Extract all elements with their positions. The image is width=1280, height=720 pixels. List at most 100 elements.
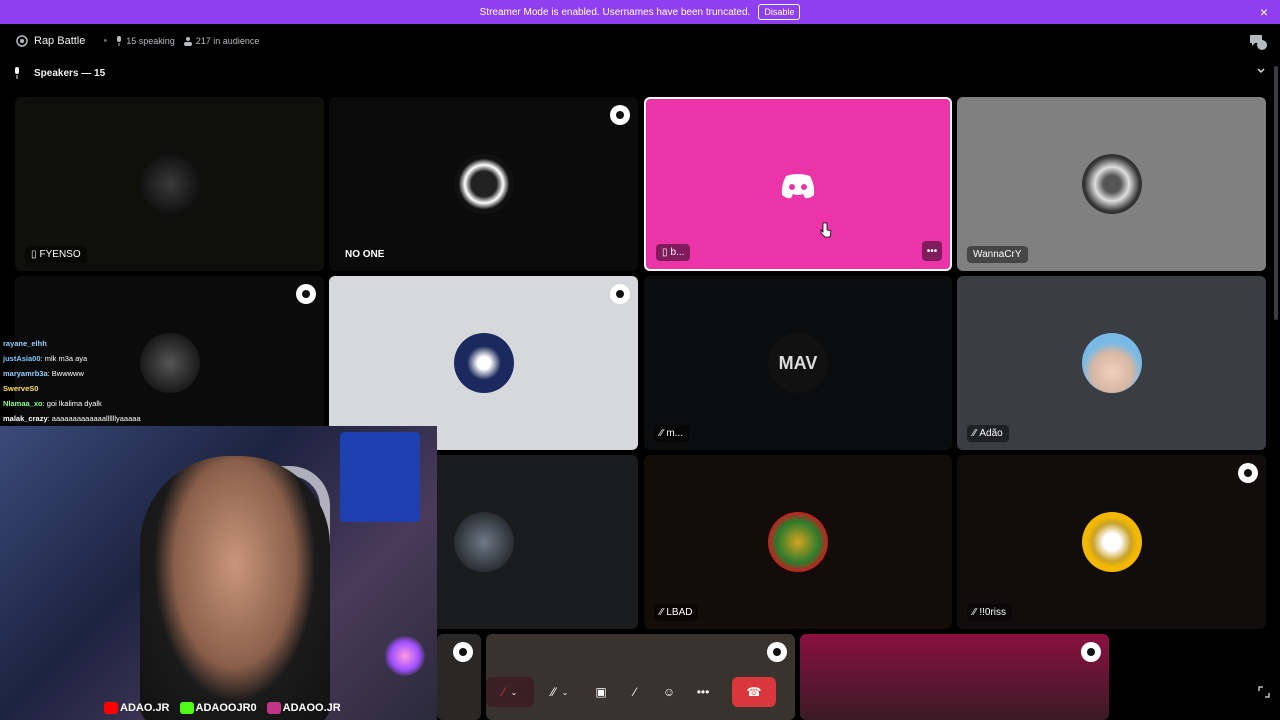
chat-button[interactable] xyxy=(1248,33,1268,54)
moderator-badge-icon xyxy=(1238,463,1258,483)
speaker-name: ⁄⁄ m... xyxy=(654,425,690,442)
youtube-handle: ADAO.JR xyxy=(104,702,170,714)
chat-text: : Bwwwww xyxy=(47,369,84,378)
moderator-badge-icon xyxy=(453,642,473,662)
mic-slash-icon: ⁄ xyxy=(633,685,636,699)
streamer-webcam xyxy=(0,426,437,720)
speaker-name: ▯ b... xyxy=(656,244,691,261)
chevron-down-icon[interactable]: ⌄ xyxy=(562,688,569,697)
speaker-name: NO ONE xyxy=(345,249,385,260)
scrollbar[interactable] xyxy=(1274,66,1278,320)
muted-icon: ⁄⁄ xyxy=(973,428,977,439)
screen-share-icon: ▣ xyxy=(595,685,607,699)
avatar: MAV xyxy=(768,333,828,393)
speaker-tile[interactable] xyxy=(800,634,1109,720)
avatar xyxy=(1081,154,1142,214)
banner-text: Streamer Mode is enabled. Usernames have… xyxy=(479,6,751,18)
streamer-mode-banner: Streamer Mode is enabled. Usernames have… xyxy=(0,0,1280,24)
moderator-badge-icon xyxy=(610,105,630,125)
avatar xyxy=(1081,512,1142,572)
speaker-name: ⁄⁄ !!0riss xyxy=(967,604,1013,621)
stage-icon xyxy=(16,35,28,47)
chat-message: maryamrb3a: Bwwwww xyxy=(3,366,141,381)
muted-icon: ⁄⁄ xyxy=(973,607,977,618)
separator-dot: • xyxy=(103,35,108,47)
stage-header: Rap Battle • 15 speaking 217 in audience xyxy=(0,24,1280,58)
audience-count: 217 in audience xyxy=(195,36,260,46)
speaker-name: ⁄⁄ Adão xyxy=(967,425,1009,442)
speaker-tile[interactable]: ⁄⁄ LBAD xyxy=(644,455,952,629)
share-screen-button[interactable]: ▣ xyxy=(586,677,616,707)
more-options-button[interactable]: ••• xyxy=(922,241,942,261)
disable-streamer-mode-button[interactable]: Disable xyxy=(758,4,801,20)
instagram-handle: ADAOO.JR xyxy=(266,702,341,714)
chat-message: rayane_elhh xyxy=(3,336,141,351)
mic-icon xyxy=(117,36,122,46)
speaker-name: ▯ FYENSO xyxy=(25,246,87,263)
fullscreen-icon[interactable] xyxy=(1258,686,1270,698)
moderator-badge-icon xyxy=(767,642,787,662)
deafen-button[interactable]: ⁄⁄ ⌄ xyxy=(538,677,582,707)
chat-username: SwerveS0 xyxy=(3,384,39,393)
speaker-tile[interactable] xyxy=(437,634,481,720)
speaker-tile[interactable]: NO ONE xyxy=(329,97,638,271)
kick-icon xyxy=(179,702,194,714)
chevron-down-icon[interactable]: ⌄ xyxy=(511,688,518,697)
chat-username: justAsia00 xyxy=(3,354,41,363)
chat-message: malak_crazy: aaaaaaaaaaaaallllllyaaaaa xyxy=(3,411,141,426)
avatar xyxy=(139,154,200,214)
muted-icon: ⁄⁄ xyxy=(660,428,664,439)
speaker-tile[interactable]: MAV ⁄⁄ m... xyxy=(644,276,952,450)
chat-text: : aaaaaaaaaaaaallllllyaaaaa xyxy=(47,414,141,423)
chat-bubble-icon xyxy=(1250,35,1267,50)
avatar xyxy=(1081,333,1142,393)
speaker-tile[interactable]: ⁄⁄ !!0riss xyxy=(957,455,1266,629)
speaker-tile[interactable] xyxy=(329,276,638,450)
social-handles: ADAO.JR ADAOOJR0 ADAOO.JR xyxy=(104,702,341,714)
call-controls: ⁄ ⌄ ⁄⁄ ⌄ ▣ ⁄ ☺ ••• ☎ xyxy=(486,674,776,710)
invite-button[interactable]: ☺ xyxy=(654,677,684,707)
jersey-background xyxy=(340,432,420,522)
mobile-icon: ▯ xyxy=(662,247,668,258)
speakers-section-header[interactable]: Speakers — 15 xyxy=(0,60,1280,86)
phone-hangup-icon: ☎ xyxy=(746,685,762,699)
speaker-tile[interactable]: ▯ FYENSO xyxy=(15,97,324,271)
room-title: Rap Battle xyxy=(34,35,86,47)
speakers-label: Speakers — 15 xyxy=(34,67,106,79)
headphones-off-icon: ⁄⁄ xyxy=(551,685,556,699)
chat-username: maryamrb3a xyxy=(3,369,48,378)
avatar xyxy=(139,333,200,393)
user-plus-icon: ☺ xyxy=(662,685,676,699)
mute-button[interactable]: ⁄ ⌄ xyxy=(486,677,534,707)
moderator-badge-icon xyxy=(296,284,316,304)
moderator-badge-icon xyxy=(610,284,630,304)
close-icon[interactable]: × xyxy=(1260,4,1268,20)
ellipsis-icon: ••• xyxy=(696,685,710,699)
avatar xyxy=(768,512,828,572)
speaker-tile-active[interactable]: ▯ b... ••• xyxy=(644,97,952,271)
kick-handle: ADAOOJR0 xyxy=(179,702,257,714)
move-to-audience-button[interactable]: ⁄ xyxy=(620,677,650,707)
moderator-badge-icon xyxy=(1081,642,1101,662)
mouse-cursor-icon xyxy=(820,222,832,238)
avatar xyxy=(453,154,514,214)
chat-username: rayane_elhh xyxy=(3,339,47,348)
streamer-figure xyxy=(140,456,330,720)
more-button[interactable]: ••• xyxy=(688,677,718,707)
speaker-tile[interactable]: ⁄⁄ Adão xyxy=(957,276,1266,450)
leave-call-button[interactable]: ☎ xyxy=(732,677,776,707)
chat-username: Nlamaa_xo xyxy=(3,399,43,408)
discord-logo-icon xyxy=(781,174,815,199)
chevron-down-icon[interactable] xyxy=(1256,66,1266,76)
muted-icon: ⁄⁄ xyxy=(660,607,664,618)
mic-off-icon: ⁄ xyxy=(502,685,505,699)
chat-text: : goi lkalima dyalk xyxy=(42,399,102,408)
instagram-icon xyxy=(266,702,281,714)
avatar xyxy=(453,512,514,572)
lamp-light xyxy=(385,636,425,676)
avatar xyxy=(453,333,514,393)
speaker-name: ⁄⁄ LBAD xyxy=(654,604,699,621)
speaker-tile[interactable]: WannaCrY xyxy=(957,97,1266,271)
mav-logo: MAV xyxy=(778,352,818,373)
youtube-icon xyxy=(104,702,118,714)
